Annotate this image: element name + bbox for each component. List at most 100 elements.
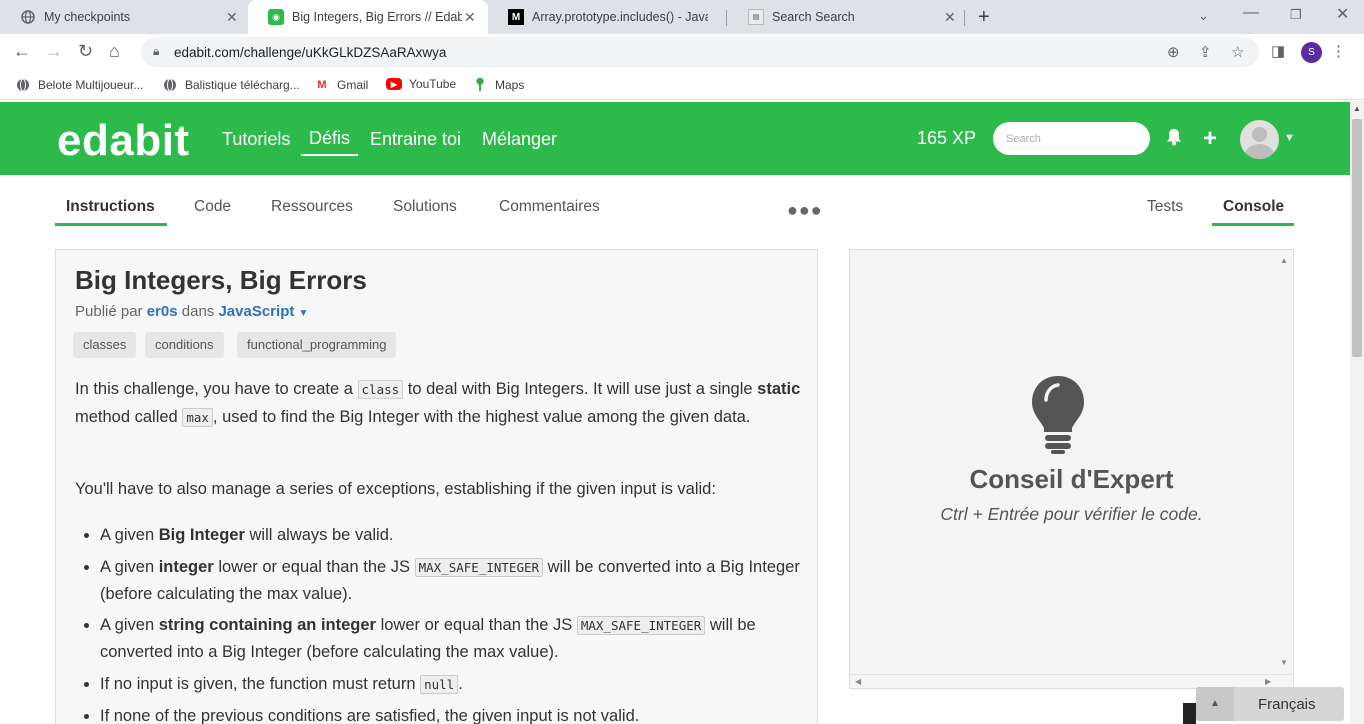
tag-functional-programming[interactable]: functional_programming [237,332,397,358]
scroll-up-arrow-icon[interactable]: ▲ [1353,104,1361,113]
tab-title: Big Integers, Big Errors // Edabit [292,10,462,24]
tip-subtitle: Ctrl + Entrée pour vérifier le code. [940,504,1203,524]
new-tab-icon[interactable]: + [978,6,990,29]
add-icon[interactable]: + [1203,125,1217,153]
nav-tutoriels[interactable]: Tutoriels [222,129,290,150]
published-prefix: Publié par [75,303,143,320]
scrollbar-thumb[interactable] [1352,119,1362,357]
back-icon[interactable]: ← [13,41,31,62]
bookmark-star-icon[interactable]: ☆ [1231,43,1244,61]
list-item: If none of the previous conditions are s… [100,703,812,724]
scroll-right-arrow-icon[interactable]: ▶ [1265,677,1271,686]
edabit-logo[interactable]: edabit [57,116,190,166]
avatar-body-shape [1245,144,1274,159]
challenge-title: Big Integers, Big Errors [75,265,367,295]
bookmark-youtube[interactable]: ▶ YouTube [386,77,456,91]
intro-text: , used to find the Big Integer with the … [212,407,751,426]
more-options-icon[interactable]: ●●● [787,200,823,221]
restore-icon[interactable]: ❐ [1290,7,1302,23]
tab-instructions[interactable]: Instructions [66,198,155,216]
console-panel[interactable]: Conseil d'Expert Ctrl + Entrée pour véri… [849,249,1294,689]
browser-tab-strip: My checkpoints ✕ ◉ Big Integers, Big Err… [0,0,1364,34]
bell-icon[interactable] [1166,128,1182,151]
bookmark-label: YouTube [409,77,457,91]
caret-down-icon[interactable]: ▼ [299,308,309,319]
language-selector[interactable]: ▲ Français [1196,687,1344,721]
tab-code[interactable]: Code [194,198,231,216]
intro-text: method called [75,407,183,426]
inline-code: MAX_SAFE_INTEGER [414,557,544,577]
globe-icon [15,77,31,93]
site-navbar: edabit Tutoriels Défis Entraine toi Méla… [0,102,1350,175]
bookmark-label: Gmail [337,78,369,92]
menu-kebab-icon[interactable]: ⋮ [1331,42,1346,60]
challenge-subtabs: Instructions Code Ressources Solutions C… [0,175,1350,235]
inline-code: null [420,674,459,694]
side-panel-icon[interactable]: ◨ [1271,42,1285,60]
list-item: If no input is given, the function must … [100,671,812,698]
language-link[interactable]: JavaScript [218,303,294,320]
scroll-down-arrow-icon[interactable]: ▼ [1280,658,1288,667]
browser-tab-edabit[interactable]: ◉ Big Integers, Big Errors // Edabit ✕ [248,0,488,34]
exceptions-paragraph: You'll have to also manage a series of e… [75,480,716,498]
list-item: A given Big Integer will always be valid… [100,522,812,548]
maps-icon: 📍︎ [471,77,489,92]
browser-tab-checkpoints[interactable]: My checkpoints ✕ [0,0,246,34]
bookmark-maps[interactable]: 📍︎ Maps [471,77,525,93]
tab-ressources[interactable]: Ressources [271,198,353,216]
tag-classes[interactable]: classes [73,332,137,358]
scroll-left-arrow-icon[interactable]: ◀ [855,677,861,686]
author-link[interactable]: er0s [147,303,178,320]
lightbulb-icon [1032,376,1084,454]
horizontal-scrollbar[interactable]: ◀ ▶ [850,674,1293,688]
user-avatar[interactable] [1240,120,1279,159]
chevron-down-icon[interactable]: ▼ [1284,132,1295,144]
tab-commentaires[interactable]: Commentaires [499,198,600,216]
zoom-icon[interactable]: ⊕ [1167,43,1180,61]
in-word: dans [181,303,215,320]
browser-tab-search[interactable]: ▤ Search Search ✕ [728,0,964,34]
scroll-up-arrow-icon[interactable]: ▲ [1280,256,1288,265]
rules-list: A given Big Integer will always be valid… [100,522,812,724]
url-text[interactable]: edabit.com/challenge/uKkGLkDZSAaRAxwya [174,45,446,60]
site-search-input[interactable] [993,122,1150,155]
tab-title: My checkpoints [44,10,131,24]
tab-solutions[interactable]: Solutions [393,198,457,216]
tab-tests[interactable]: Tests [1147,198,1183,216]
minimize-icon[interactable]: — [1243,4,1259,22]
close-tab-icon[interactable]: ✕ [944,9,956,26]
profile-avatar[interactable]: S [1301,42,1322,63]
bookmark-label: Belote Multijoueur... [38,78,144,92]
nav-entraine-toi[interactable]: Entraine toi [370,129,461,150]
bookmarks-bar: Belote Multijoueur... Balistique télécha… [0,70,1364,100]
tag-conditions[interactable]: conditions [145,332,224,358]
caret-up-icon[interactable]: ▲ [1196,687,1234,721]
bookmark-gmail[interactable]: M Gmail [314,77,368,93]
edabit-icon: ◉ [268,9,284,25]
nav-melanger[interactable]: Mélanger [482,129,557,150]
forward-icon[interactable]: → [45,41,63,62]
list-item: A given string containing an integer low… [100,612,812,665]
inline-code: max [182,407,213,427]
address-bar[interactable]: 🔒︎ edabit.com/challenge/uKkGLkDZSAaRAxwy… [141,37,1259,67]
browser-tab-mdn[interactable]: M Array.prototype.includes() - JavaS [488,0,726,34]
close-tab-icon[interactable]: ✕ [464,9,476,26]
page-viewport: edabit Tutoriels Défis Entraine toi Méla… [0,101,1350,724]
tab-search-chevron-icon[interactable]: ⌄ [1198,8,1209,24]
home-icon[interactable]: ⌂ [109,41,120,62]
reload-icon[interactable]: ↻ [78,41,93,62]
youtube-icon: ▶ [386,78,402,90]
bookmark-balistique[interactable]: Balistique télécharg... [162,77,300,93]
nav-defis[interactable]: Défis [301,128,359,156]
floating-widget-edge [1183,703,1196,724]
bookmark-belote[interactable]: Belote Multijoueur... [15,77,143,93]
tab-console[interactable]: Console [1223,198,1284,216]
page-scrollbar[interactable]: ▲ [1350,101,1364,724]
close-tab-icon[interactable]: ✕ [226,9,238,26]
xp-counter: 165 XP [917,128,977,148]
active-tab-underline [1212,223,1294,226]
share-icon[interactable]: ⇪ [1199,43,1212,61]
instructions-panel: Big Integers, Big Errors Publié par er0s… [55,249,818,724]
browser-toolbar: ← → ↻ ⌂ 🔒︎ edabit.com/challenge/uKkGLkDZ… [0,34,1364,70]
close-window-icon[interactable]: ✕ [1336,4,1349,24]
